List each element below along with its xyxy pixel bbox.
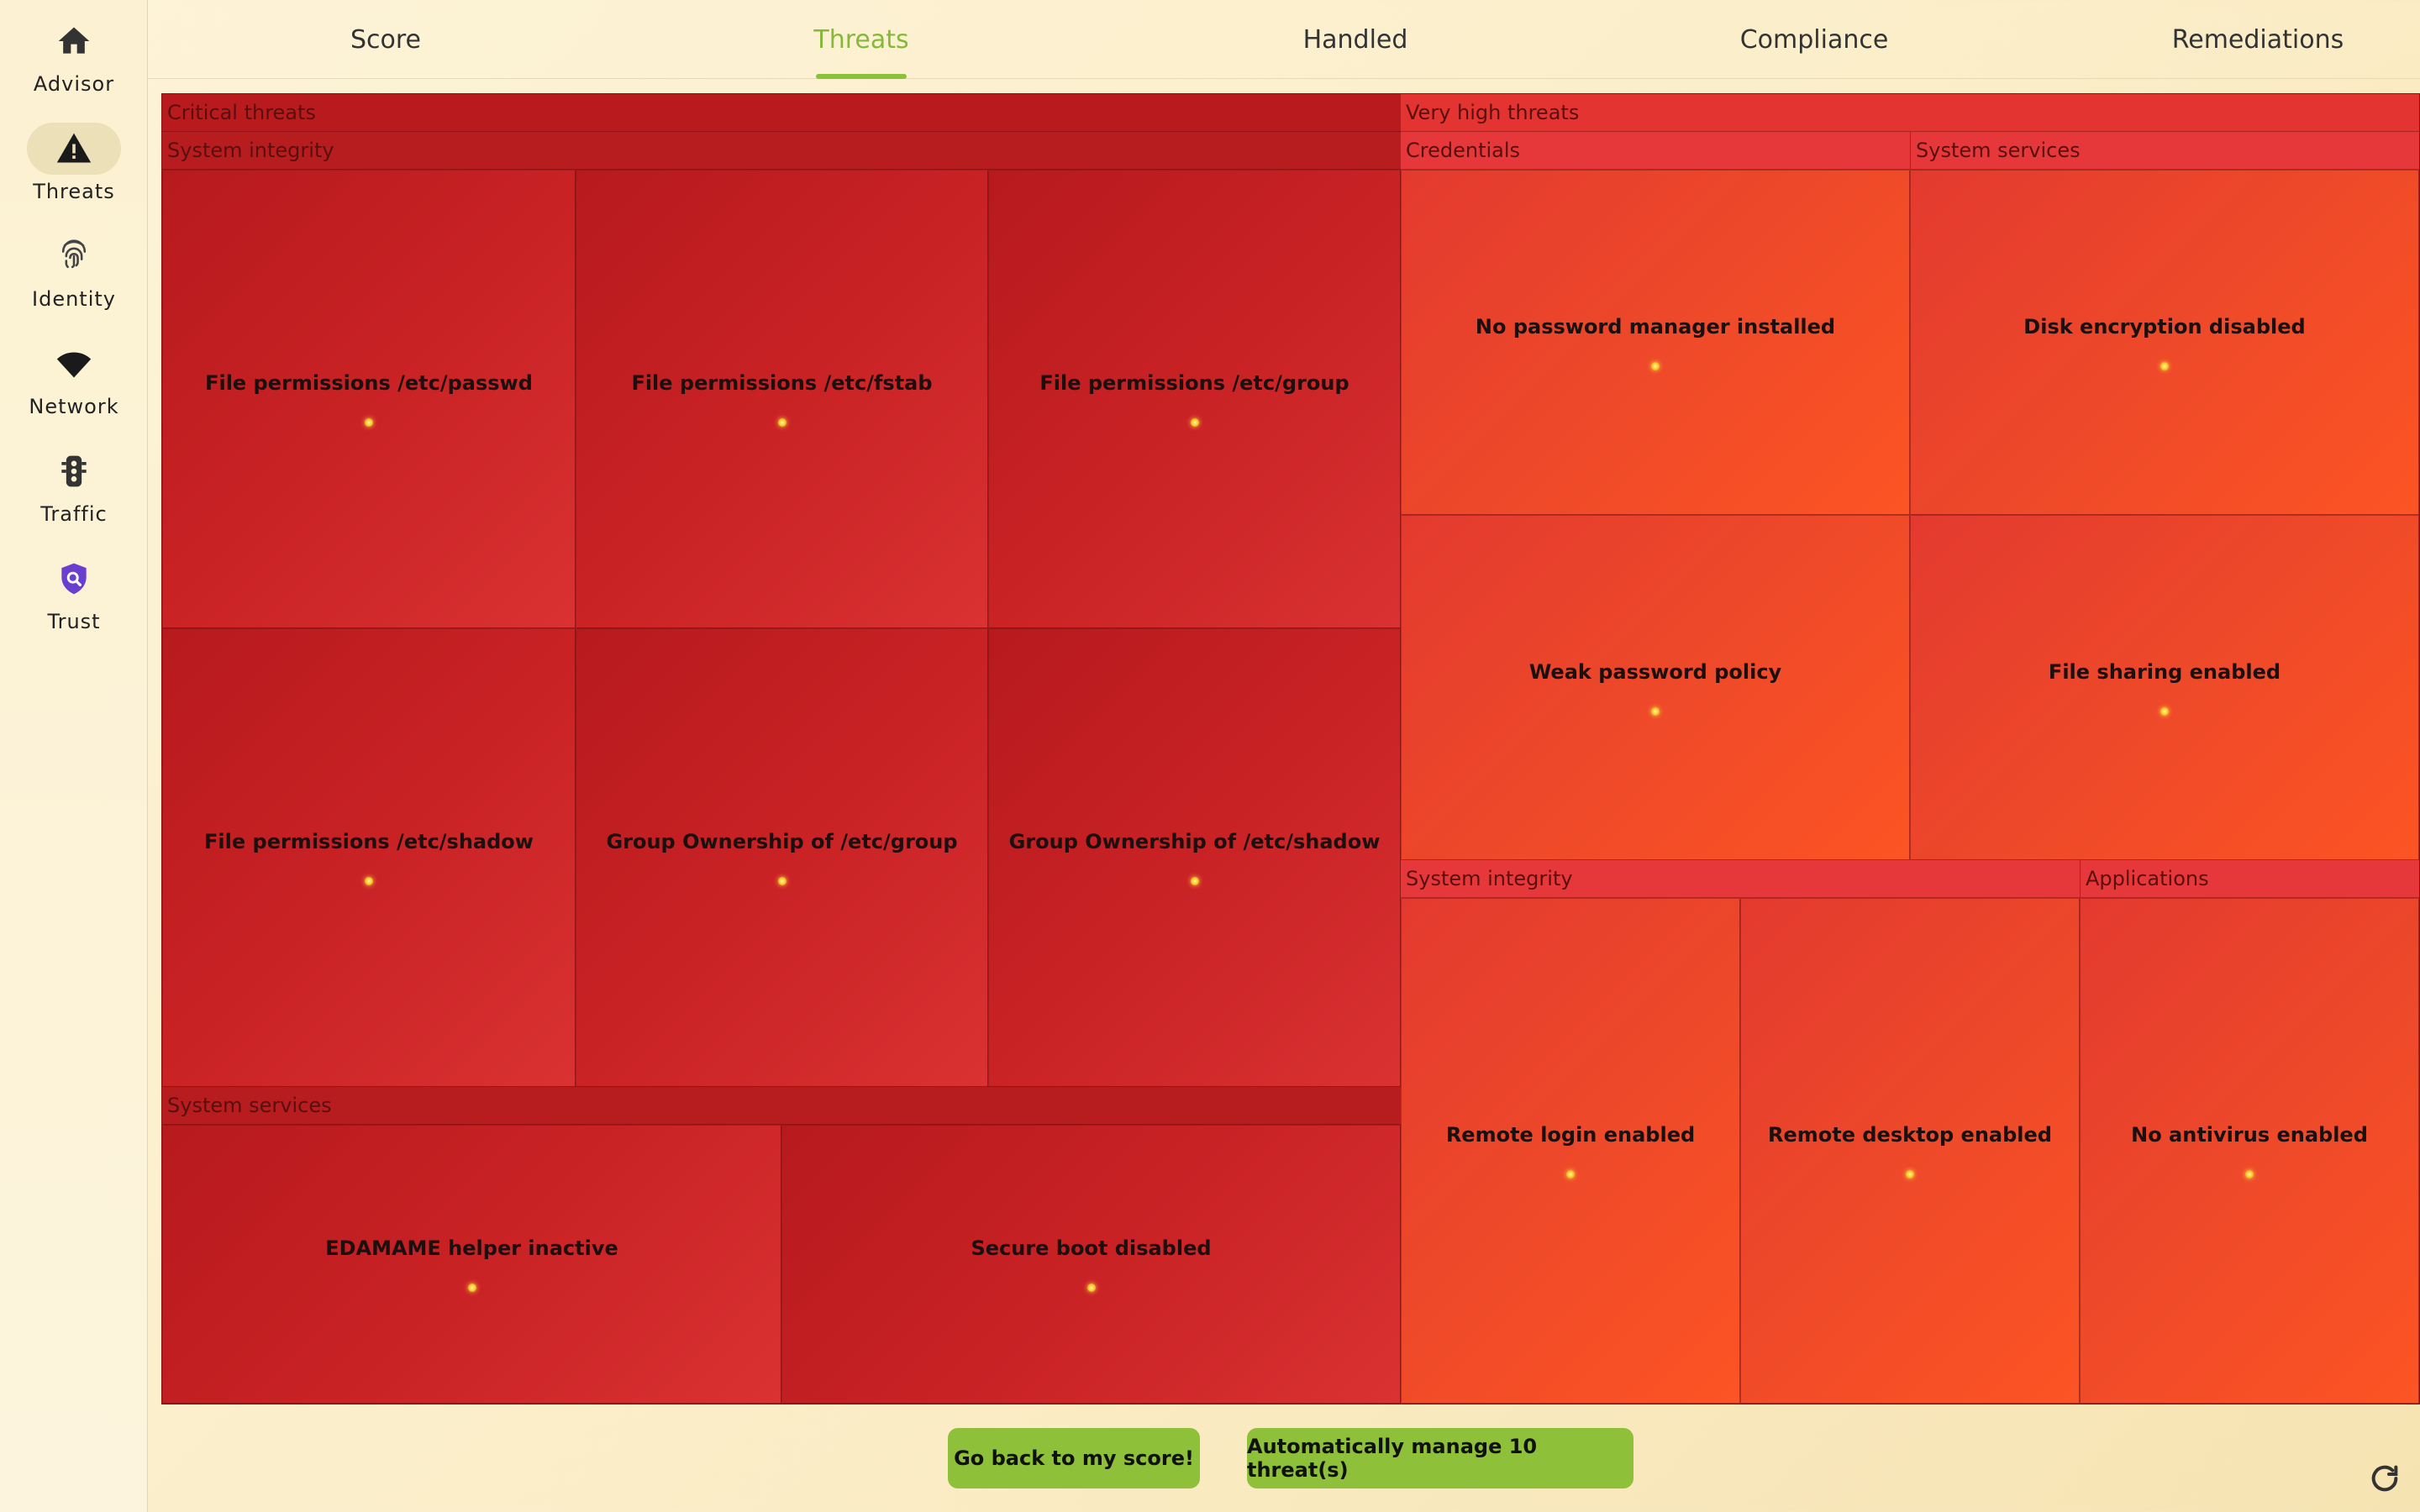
active-tab-indicator (816, 74, 907, 79)
sidebar-item-network[interactable]: Network (0, 326, 148, 425)
threat-cell[interactable]: Group Ownership of /etc/shadow (988, 628, 1401, 1087)
threat-cell[interactable]: File permissions /etc/group (988, 170, 1401, 628)
group-title: Critical threats (167, 101, 316, 124)
tab-score[interactable]: Score (148, 0, 623, 79)
threat-cell[interactable]: Weak password policy (1401, 515, 1910, 860)
tab-label: Score (350, 24, 422, 55)
auto-manage-threats-button[interactable]: Automatically manage 10 threat(s) (1247, 1428, 1634, 1488)
wifi-icon (27, 338, 121, 390)
threat-label: EDAMAME helper inactive (325, 1236, 618, 1260)
sidebar-item-label: Trust (47, 610, 101, 633)
button-label: Go back to my score! (954, 1446, 1194, 1470)
group-title: Applications (2086, 867, 2209, 890)
threat-cell[interactable]: Group Ownership of /etc/group (576, 628, 988, 1087)
threat-label: File permissions /etc/fstab (631, 371, 933, 395)
threats-treemap: Critical threats System integrity File p… (161, 93, 2420, 1404)
group-critical-threats: Critical threats (162, 94, 1401, 132)
group-system-services: System services (1910, 132, 2419, 170)
threat-indicator (2160, 706, 2169, 716)
tab-compliance[interactable]: Compliance (1578, 0, 2050, 79)
button-label: Automatically manage 10 threat(s) (1247, 1435, 1538, 1482)
threat-cell[interactable]: EDAMAME helper inactive (162, 1125, 781, 1404)
tab-label: Handled (1302, 24, 1408, 55)
threat-indicator (777, 877, 786, 885)
fingerprint-icon (27, 230, 121, 282)
threat-cell[interactable]: Disk encryption disabled (1910, 170, 2419, 515)
sidebar-item-label: Threats (33, 180, 115, 203)
threat-indicator (1906, 1170, 1914, 1179)
group-system-integrity: System integrity (1401, 860, 2080, 898)
threat-cell[interactable]: Secure boot disabled (781, 1125, 1401, 1404)
sidebar-item-traffic[interactable]: Traffic (0, 433, 148, 533)
group-credentials: Credentials (1401, 132, 1910, 170)
threat-cell[interactable]: File permissions /etc/fstab (576, 170, 988, 628)
threat-label: Disk encryption disabled (2023, 314, 2306, 339)
sidebar-item-trust[interactable]: Trust (0, 541, 148, 640)
sidebar-item-advisor[interactable]: Advisor (0, 3, 148, 102)
group-system-services: System services (162, 1087, 1401, 1125)
threat-label: File sharing enabled (2048, 659, 2281, 684)
group-title: System integrity (167, 139, 334, 162)
traffic-light-icon (27, 445, 121, 497)
threat-cell[interactable]: No password manager installed (1401, 170, 1910, 515)
threat-indicator (1651, 706, 1660, 716)
sidebar-item-label: Identity (32, 287, 116, 311)
tab-label: Compliance (1739, 24, 1889, 55)
threat-indicator (2160, 361, 2169, 370)
sidebar-item-label: Advisor (33, 72, 115, 96)
threat-indicator (2245, 1170, 2254, 1179)
group-title: Very high threats (1406, 101, 1580, 124)
back-to-score-button[interactable]: Go back to my score! (948, 1428, 1200, 1488)
sidebar-item-label: Traffic (40, 502, 108, 526)
group-very-high-threats: Very high threats (1401, 94, 2419, 132)
sidebar-item-threats[interactable]: Threats (0, 111, 148, 210)
refresh-icon[interactable] (2368, 1462, 2402, 1495)
tab-remediations[interactable]: Remediations (2028, 0, 2420, 79)
threat-indicator (467, 1284, 476, 1292)
threat-indicator (1566, 1170, 1575, 1179)
threat-label: Remote desktop enabled (1768, 1123, 2052, 1147)
threat-label: Weak password policy (1528, 659, 1782, 684)
threat-indicator (1651, 361, 1660, 370)
threat-indicator (365, 877, 373, 885)
threat-cell[interactable]: File sharing enabled (1910, 515, 2419, 860)
group-title: System integrity (1406, 867, 1573, 890)
sidebar-item-label: Network (29, 395, 119, 418)
threat-label: Secure boot disabled (971, 1236, 1212, 1260)
threat-cell[interactable]: No antivirus enabled (2080, 898, 2419, 1404)
group-title: Credentials (1406, 139, 1521, 162)
threat-label: Remote login enabled (1445, 1123, 1696, 1147)
shield-search-icon (27, 553, 121, 605)
threat-label: File permissions /etc/group (1039, 371, 1349, 395)
tab-label: Remediations (2171, 24, 2344, 55)
threat-label: No antivirus enabled (2131, 1123, 2368, 1147)
threat-indicator (777, 418, 786, 427)
threat-cell[interactable]: Remote login enabled (1401, 898, 1740, 1404)
group-applications: Applications (2080, 860, 2419, 898)
threat-cell[interactable]: Remote desktop enabled (1740, 898, 2080, 1404)
threat-indicator (1086, 1284, 1096, 1292)
threat-indicator (1190, 418, 1199, 427)
group-title: System services (167, 1094, 332, 1117)
warning-icon (27, 123, 121, 175)
group-system-integrity: System integrity (162, 132, 1401, 170)
threat-indicator (365, 418, 373, 427)
threat-cell[interactable]: File permissions /etc/shadow (162, 628, 576, 1087)
threat-indicator (1190, 877, 1199, 885)
threat-label: File permissions /etc/passwd (205, 371, 533, 395)
threat-label: Group Ownership of /etc/shadow (1008, 830, 1381, 853)
sidebar-item-identity[interactable]: Identity (0, 218, 148, 318)
threat-label: File permissions /etc/shadow (204, 830, 534, 853)
tab-threats[interactable]: Threats (598, 0, 1124, 79)
threat-label: No password manager installed (1475, 314, 1836, 339)
home-icon (27, 15, 121, 67)
sidebar: Advisor Threats Identity Network Traffic… (0, 0, 148, 1512)
threat-label: Group Ownership of /etc/group (606, 830, 958, 853)
tab-label: Threats (813, 24, 909, 55)
threat-cell[interactable]: File permissions /etc/passwd (162, 170, 576, 628)
top-tabs: Score Threats Handled Compliance Remedia… (148, 0, 2420, 79)
tab-handled[interactable]: Handled (1166, 0, 1544, 79)
group-title: System services (1916, 139, 2081, 162)
